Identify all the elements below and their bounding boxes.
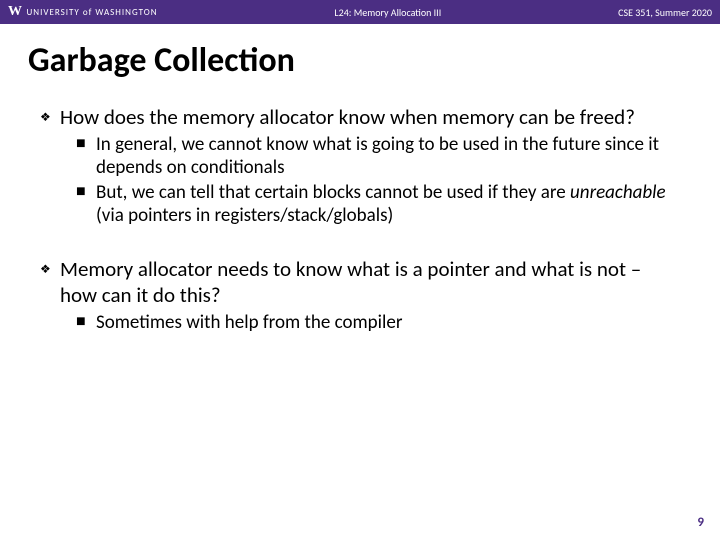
slide-title: Garbage Collection <box>0 24 720 91</box>
square-bullet-icon: ■ <box>76 182 96 228</box>
course-label: CSE 351, Summer 2020 <box>618 6 712 19</box>
bullet-2-text: Memory allocator needs to know what is a… <box>60 257 680 307</box>
bullet-2: ❖ Memory allocator needs to know what is… <box>40 257 680 307</box>
subbullet-2-1-text: Sometimes with help from the compiler <box>96 312 680 335</box>
university-name: UNIVERSITY of WASHINGTON <box>27 7 158 18</box>
uw-w-icon: W <box>8 4 23 20</box>
subbullet-1-2-text: But, we can tell that certain blocks can… <box>96 182 680 228</box>
diamond-bullet-icon: ❖ <box>40 257 60 307</box>
slide-content: ❖ How does the memory allocator know whe… <box>0 91 720 335</box>
lecture-title: L24: Memory Allocation III <box>158 6 619 19</box>
subbullet-1-1-text: In general, we cannot know what is going… <box>96 134 680 180</box>
square-bullet-icon: ■ <box>76 134 96 180</box>
page-number: 9 <box>697 515 704 530</box>
bullet-1-text: How does the memory allocator know when … <box>60 105 680 130</box>
square-bullet-icon: ■ <box>76 312 96 335</box>
bullet-1: ❖ How does the memory allocator know whe… <box>40 105 680 130</box>
subbullet-1-2: ■ But, we can tell that certain blocks c… <box>40 182 680 228</box>
header-bar: W UNIVERSITY of WASHINGTON L24: Memory A… <box>0 0 720 24</box>
uw-logo: W UNIVERSITY of WASHINGTON <box>8 4 158 20</box>
diamond-bullet-icon: ❖ <box>40 105 60 130</box>
subbullet-2-1: ■ Sometimes with help from the compiler <box>40 312 680 335</box>
subbullet-1-1: ■ In general, we cannot know what is goi… <box>40 134 680 180</box>
